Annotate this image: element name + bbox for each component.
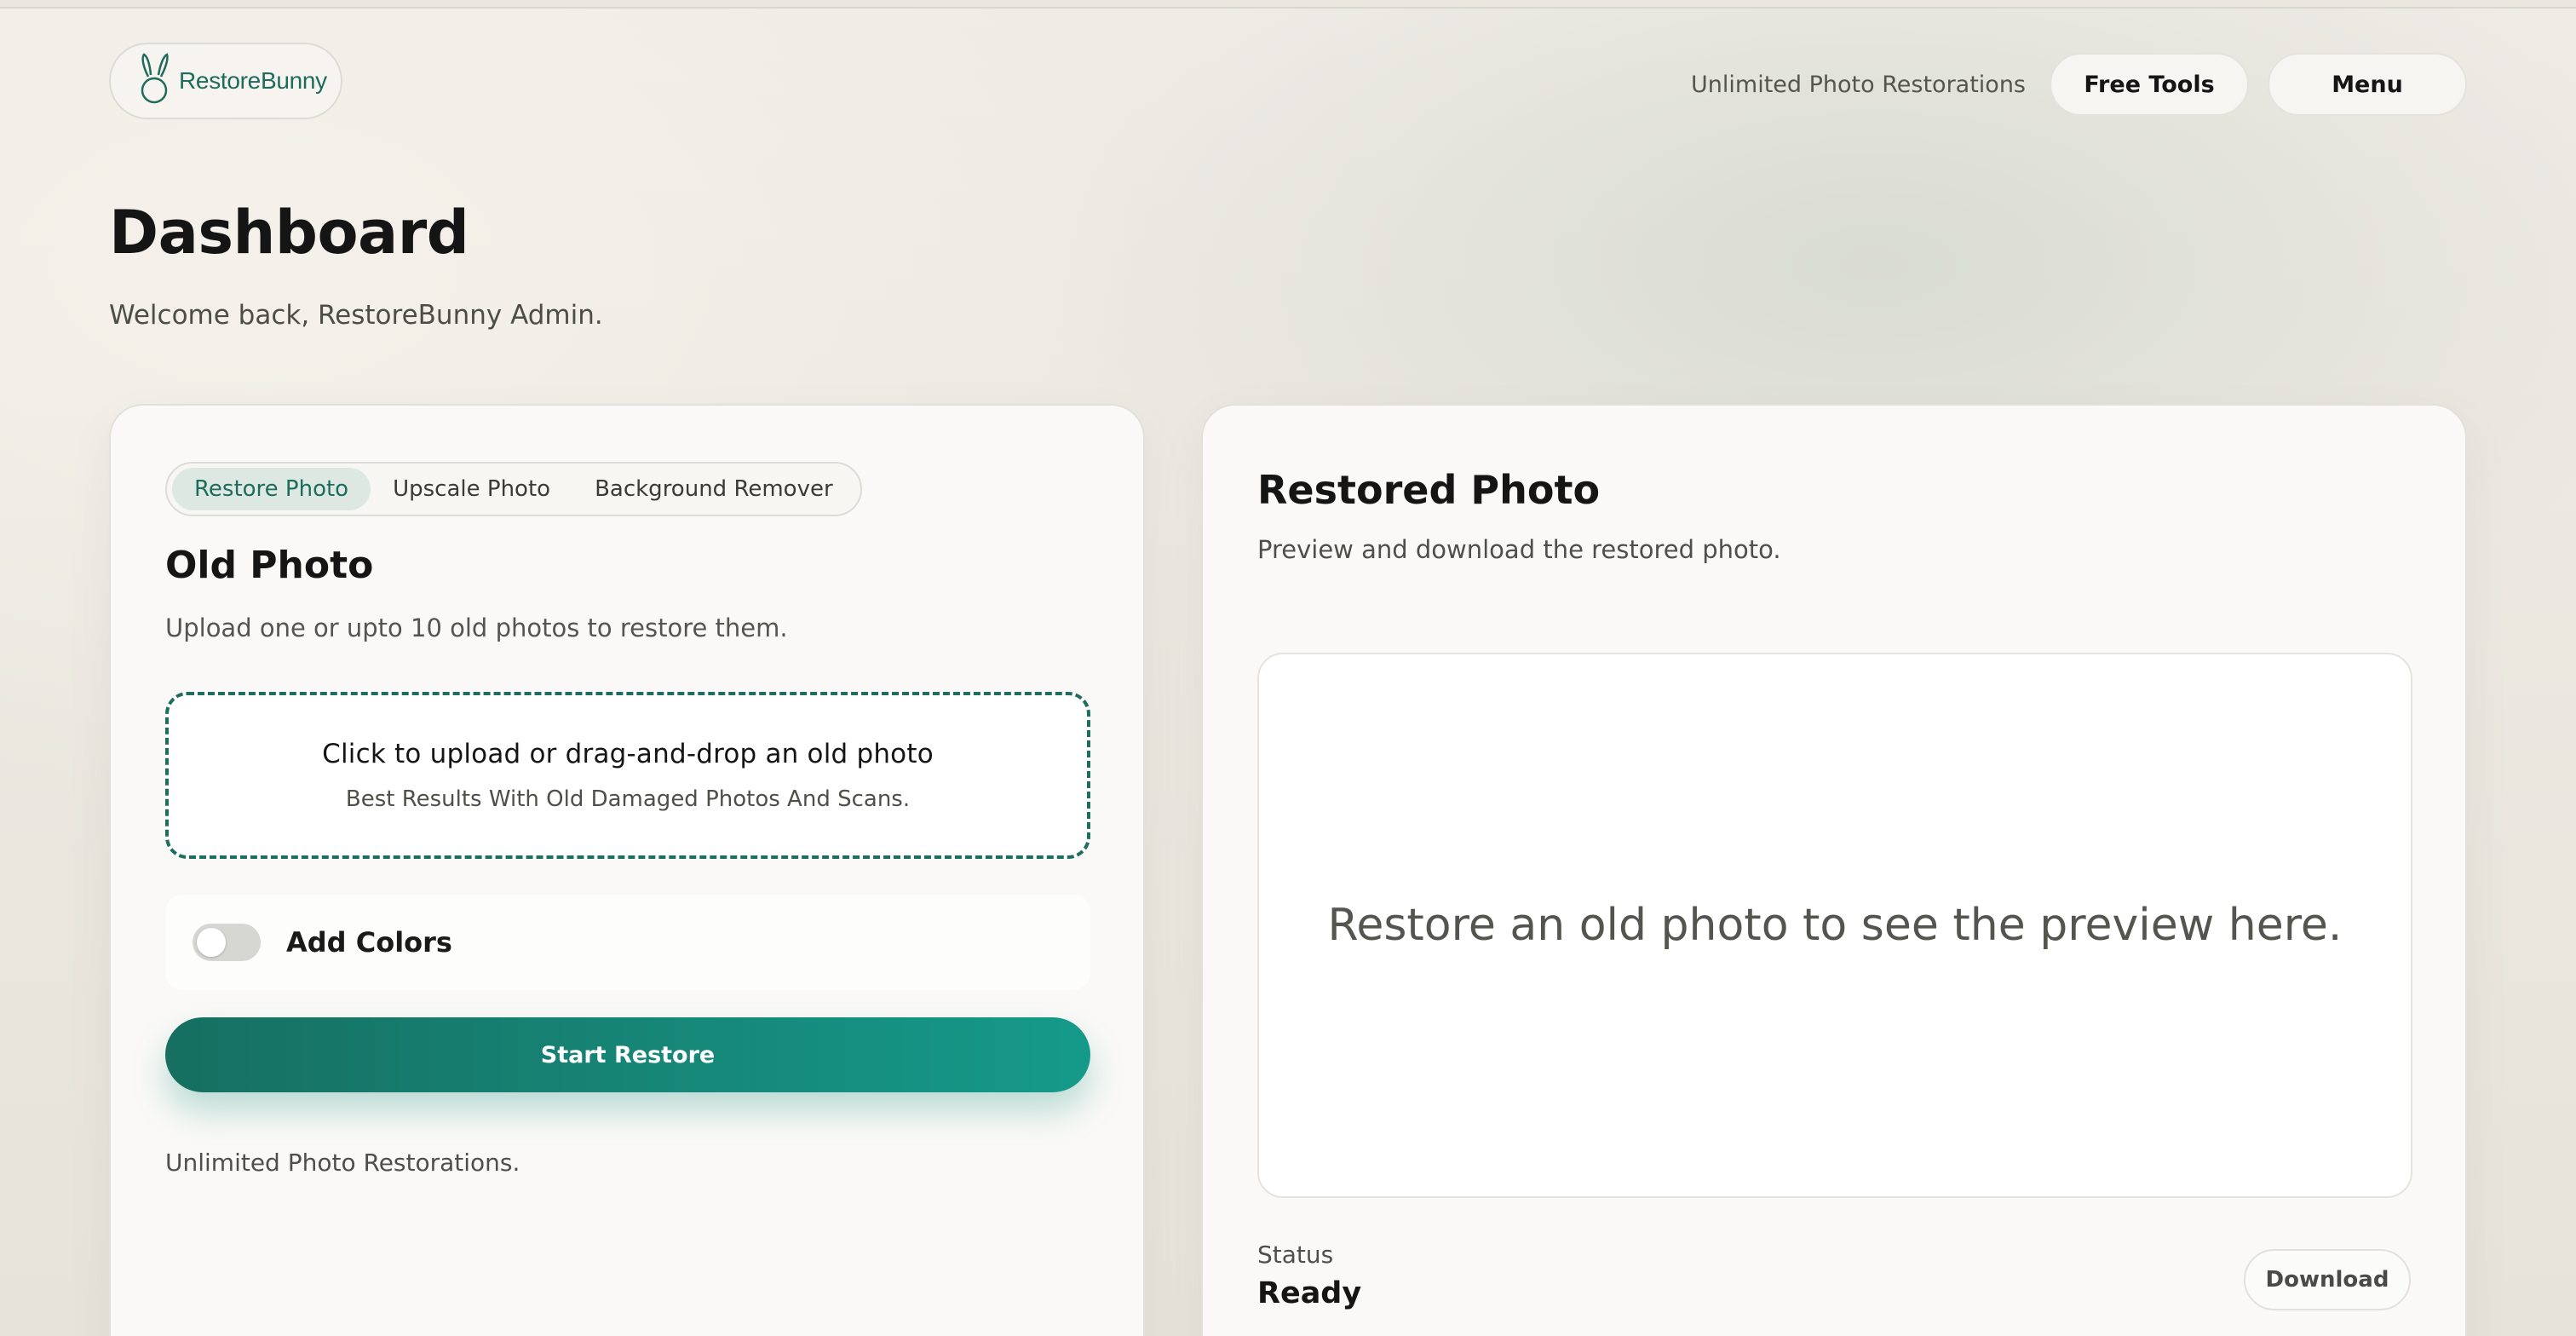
- preview-placeholder: Restore an old photo to see the preview …: [1327, 900, 2343, 951]
- header-note: Unlimited Photo Restorations: [1691, 71, 2026, 98]
- old-photo-card: Restore Photo Upscale Photo Background R…: [109, 404, 1145, 1336]
- dropzone-main-text: Click to upload or drag-and-drop an old …: [322, 739, 934, 769]
- upload-dropzone[interactable]: Click to upload or drag-and-drop an old …: [165, 692, 1090, 859]
- dropzone-hint-text: Best Results With Old Damaged Photos And…: [345, 786, 911, 812]
- tab-background-remover[interactable]: Background Remover: [572, 468, 855, 510]
- page-title: Dashboard: [109, 198, 469, 268]
- restored-photo-subtitle: Preview and download the restored photo.: [1257, 535, 1781, 564]
- add-colors-toggle[interactable]: [193, 924, 261, 961]
- app-frame: RestoreBunny Unlimited Photo Restoration…: [0, 7, 2576, 1336]
- download-button[interactable]: Download: [2244, 1249, 2411, 1310]
- page-subtitle: Welcome back, RestoreBunny Admin.: [109, 300, 603, 331]
- add-colors-label: Add Colors: [286, 926, 452, 959]
- status-label: Status: [1257, 1241, 1334, 1269]
- old-photo-subtitle: Upload one or upto 10 old photos to rest…: [165, 613, 788, 642]
- logo-text: RestoreBunny: [179, 67, 327, 94]
- logo[interactable]: RestoreBunny: [109, 43, 342, 119]
- restored-photo-card: Restored Photo Preview and download the …: [1201, 404, 2467, 1336]
- tool-tabs: Restore Photo Upscale Photo Background R…: [165, 462, 862, 516]
- tab-upscale-photo[interactable]: Upscale Photo: [371, 468, 572, 510]
- start-restore-button[interactable]: Start Restore: [165, 1017, 1090, 1092]
- header-actions: Unlimited Photo Restorations Free Tools …: [1691, 51, 2467, 118]
- bunny-icon: [136, 51, 174, 111]
- restored-photo-title: Restored Photo: [1257, 467, 1601, 513]
- menu-button[interactable]: Menu: [2268, 53, 2467, 116]
- status-value: Ready: [1257, 1276, 1362, 1310]
- toggle-knob: [197, 928, 226, 957]
- old-photo-title: Old Photo: [165, 544, 374, 587]
- add-colors-row: Add Colors: [165, 895, 1090, 990]
- preview-area: Restore an old photo to see the preview …: [1257, 653, 2412, 1198]
- tab-restore-photo[interactable]: Restore Photo: [172, 468, 371, 510]
- restorations-note: Unlimited Photo Restorations.: [165, 1149, 520, 1177]
- free-tools-button[interactable]: Free Tools: [2050, 53, 2249, 116]
